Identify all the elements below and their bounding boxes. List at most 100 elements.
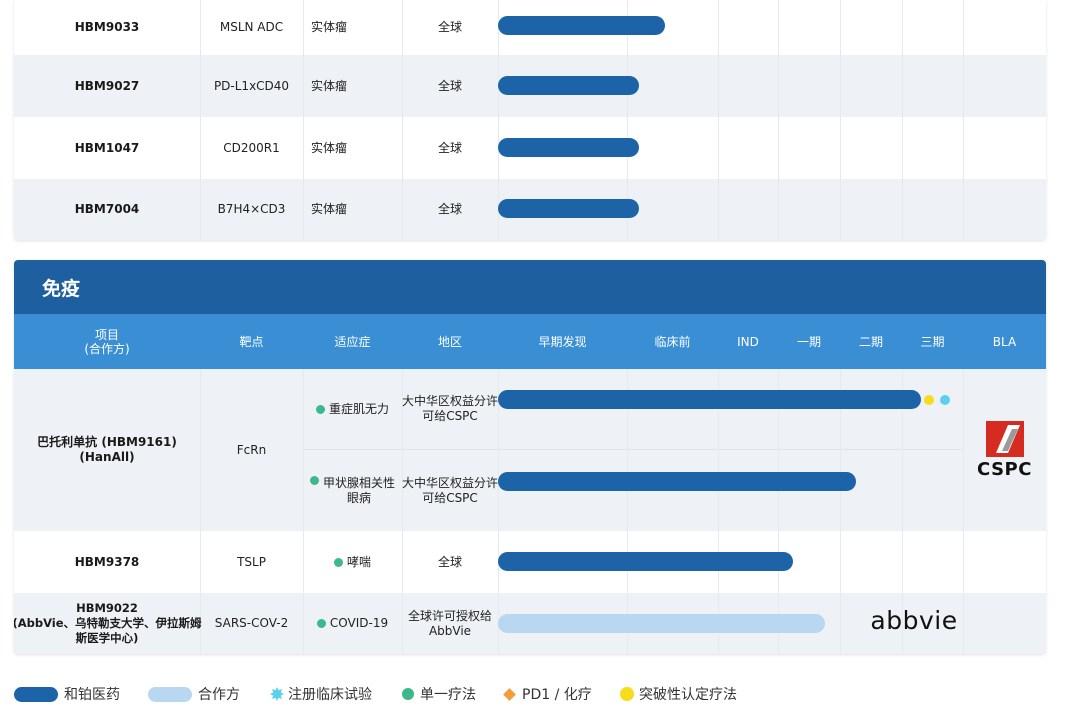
region: 全球 — [437, 140, 462, 155]
region: 全球 — [437, 202, 462, 216]
header-stage-phase2: 二期 — [858, 334, 883, 349]
legend-label: PD1 / 化疗 — [522, 687, 592, 703]
indication: 甲状腺相关性 眼病 — [303, 450, 402, 531]
indication-label: 哮喘 — [346, 554, 371, 569]
target: B7H4×CD3 — [217, 202, 286, 216]
project-name: HBM9378 — [74, 554, 140, 569]
immunology-card: 免疫 项目 (合作方) 靶点 适应症 地区 早期发现 临床前 IND 一期 二期… — [14, 260, 1046, 654]
target: TSLP — [237, 554, 266, 569]
cspc-logo: CSPC — [963, 369, 1046, 531]
header-stage-phase1: 一期 — [796, 334, 821, 349]
breakthrough-dot-icon — [620, 687, 634, 701]
mono-therapy-dot — [333, 557, 343, 567]
oncology-card: HBM9033 MSLN ADC 实体瘤 全球 HBM9027 PD-L1xCD… — [14, 0, 1046, 240]
region: 大中华区权益分许 可给CSPC — [402, 369, 498, 449]
harbour-swatch — [14, 686, 58, 702]
mono-therapy-dot — [316, 619, 326, 628]
indication-label: 眼病 — [346, 490, 371, 505]
project-name: HBM9022 (AbbVie、乌特勒支大学、伊拉斯姆 斯医学中心) — [14, 593, 202, 654]
legend-harbour: 和铂医药 — [14, 684, 120, 704]
region-line: 可给CSPC — [422, 490, 478, 505]
partner-swatch — [148, 686, 192, 702]
header-project: 项目 (合作方) — [14, 314, 200, 369]
legend-label: 注册临床试验 — [288, 687, 372, 703]
cspc-logo-text: CSPC — [977, 458, 1032, 480]
header-stage-bla: BLA — [992, 334, 1017, 349]
region: 全球 — [437, 554, 462, 569]
legend-label: 单一疗法 — [420, 687, 476, 703]
project-name: HBM9033 — [74, 20, 140, 34]
progress-bar — [498, 472, 856, 491]
region: 全球 — [437, 78, 462, 93]
section-header: 免疫 — [14, 260, 1046, 314]
header-indication: 适应症 — [334, 334, 371, 349]
indication: 重症肌无力 — [303, 369, 402, 449]
header-region: 地区 — [437, 334, 462, 349]
legend-label: 和铂医药 — [64, 687, 120, 703]
project-title: 巴托利单抗 (HBM9161) — [37, 435, 177, 449]
indication-label: COVID-19 — [329, 616, 389, 630]
legend-breakthrough: 突破性认定疗法 — [620, 684, 737, 704]
registration-trial-dot — [940, 395, 950, 405]
indication: COVID-19 — [303, 593, 402, 654]
abbvie-logo: abbvie — [870, 605, 958, 635]
mono-therapy-dot — [315, 404, 325, 414]
region-line: 全球许可授权给 — [407, 608, 492, 623]
mono-therapy-dot — [309, 476, 319, 485]
header-target: 靶点 — [239, 334, 264, 349]
partner-progress-bar — [498, 614, 825, 633]
region-line: 大中华区权益分许 — [402, 475, 499, 490]
header-stage-discovery: 早期发现 — [538, 334, 587, 349]
project-name: HBM1047 — [74, 140, 140, 155]
region-line: 大中华区权益分许 — [402, 394, 499, 408]
breakthrough-therapy-dot — [924, 395, 934, 405]
project-name: HBM7004 — [74, 202, 140, 216]
indication: 哮喘 — [303, 531, 402, 593]
project-title: HBM9022 — [76, 601, 138, 615]
region: 大中华区权益分许 可给CSPC — [402, 450, 498, 531]
header-partner-label: (合作方) — [84, 341, 130, 356]
legend-label: 合作方 — [198, 687, 240, 703]
legend-mono: 单一疗法 — [402, 684, 476, 704]
target: PD-L1xCD40 — [213, 78, 290, 93]
indication: 实体瘤 — [311, 78, 348, 93]
progress-bar — [498, 138, 639, 157]
legend-label: 突破性认定疗法 — [639, 687, 737, 703]
pd1-diamond-icon — [503, 687, 516, 701]
region: 全球许可授权给 AbbVie — [402, 593, 498, 654]
header-stage-preclinical: 临床前 — [654, 334, 691, 349]
project-partner: 斯医学中心) — [75, 631, 139, 645]
column-header-row: 项目 (合作方) 靶点 适应症 地区 早期发现 临床前 IND 一期 二期 三期… — [14, 314, 1046, 369]
registration-burst-icon — [270, 687, 284, 701]
project-partner: (HanAll) — [79, 450, 135, 464]
progress-bar — [498, 390, 921, 409]
target: FcRn — [236, 442, 267, 457]
progress-bar — [498, 16, 665, 35]
project-name: HBM9027 — [74, 78, 140, 93]
header-project-label: 项目 — [94, 327, 119, 342]
legend-registration: 注册临床试验 — [270, 684, 372, 704]
section-title: 免疫 — [42, 277, 81, 300]
legend-pd1: PD1 / 化疗 — [503, 684, 592, 704]
progress-bar — [498, 199, 639, 218]
progress-bar — [498, 76, 639, 95]
target: SARS-COV-2 — [214, 616, 289, 630]
progress-bar — [498, 552, 793, 571]
target: MSLN ADC — [219, 20, 284, 34]
project-name: 巴托利单抗 (HBM9161) (HanAll) — [14, 369, 200, 531]
target: CD200R1 — [223, 140, 280, 155]
header-stage-phase3: 三期 — [920, 334, 945, 349]
indication-label: 重症肌无力 — [328, 401, 389, 416]
region-line: AbbVie — [428, 623, 472, 638]
legend-partner: 合作方 — [148, 684, 240, 704]
cspc-logo-mark — [985, 420, 1024, 457]
region: 全球 — [437, 20, 462, 34]
indication: 实体瘤 — [311, 140, 348, 155]
region-line: 可给CSPC — [422, 409, 478, 423]
mono-dot-icon — [402, 688, 414, 700]
indication: 实体瘤 — [311, 202, 348, 216]
project-partner: (AbbVie、乌特勒支大学、伊拉斯姆 — [14, 616, 202, 630]
indication: 实体瘤 — [311, 20, 348, 34]
header-stage-ind: IND — [737, 334, 759, 349]
indication-label: 甲状腺相关性 — [322, 475, 395, 490]
